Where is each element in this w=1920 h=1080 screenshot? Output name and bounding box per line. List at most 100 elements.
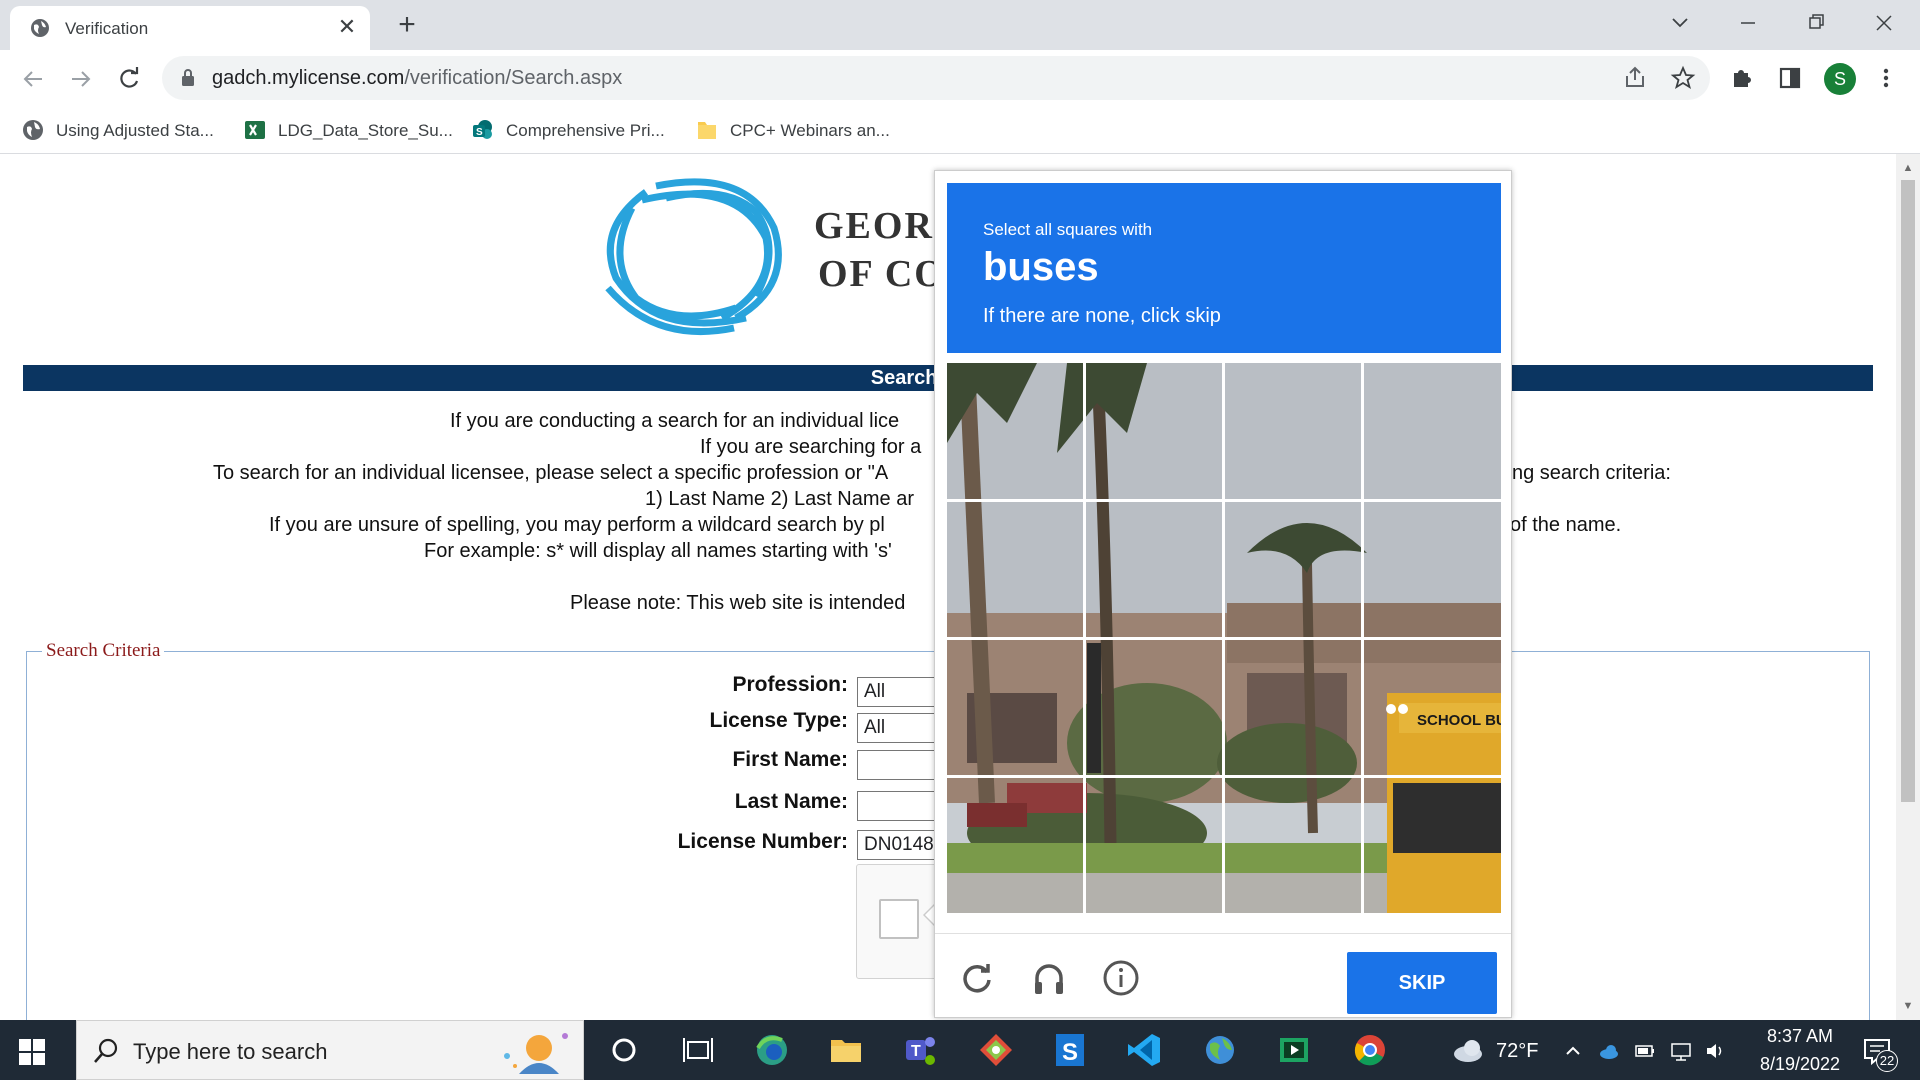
captcha-subtext: If there are none, click skip — [983, 305, 1221, 327]
tab-title: Verification — [65, 19, 149, 38]
recaptcha-checkbox[interactable] — [879, 899, 919, 939]
globe-icon — [31, 19, 49, 37]
captcha-target-object: buses — [983, 245, 1099, 289]
intro-text-line: If you are searching for a — [700, 436, 922, 458]
vscode-icon[interactable] — [1124, 1030, 1164, 1070]
page-scrollbar[interactable]: ▲ ▼ — [1896, 154, 1920, 1020]
search-highlight-icon — [504, 1033, 568, 1074]
clock-date[interactable]: 8/19/2022 — [1740, 1054, 1860, 1075]
bookmarks-bar: Using Adjusted Sta... LDG_Data_Store_Su.… — [0, 106, 1920, 154]
windows-taskbar: Type here to search T S 72°F 8:37 AM 8/1… — [0, 1020, 1920, 1080]
chrome-icon[interactable] — [1350, 1030, 1390, 1070]
excel-icon — [245, 121, 265, 139]
cortana-icon[interactable] — [604, 1030, 644, 1070]
captcha-tile[interactable] — [1224, 776, 1360, 911]
intro-text-line: ng search criteria: — [1512, 462, 1671, 484]
profession-label: Profession: — [732, 673, 848, 696]
folder-icon — [698, 122, 716, 139]
license-number-label: License Number: — [677, 830, 848, 853]
captcha-image-grid: SCHOOL BU — [947, 363, 1501, 913]
captcha-tile[interactable] — [1363, 501, 1499, 636]
scroll-down-arrow-icon[interactable]: ▼ — [1902, 1000, 1914, 1012]
captcha-tile[interactable] — [1224, 363, 1360, 498]
globe-icon — [23, 120, 43, 140]
info-icon[interactable] — [1101, 958, 1141, 998]
intro-text-line: 1) Last Name 2) Last Name ar — [645, 488, 914, 510]
network-icon[interactable] — [1670, 1040, 1692, 1062]
captcha-tile[interactable] — [1086, 776, 1222, 911]
profile-avatar[interactable]: S — [1824, 63, 1856, 95]
license-type-label: License Type: — [709, 709, 849, 732]
captcha-tile[interactable] — [1224, 501, 1360, 636]
clock-time[interactable]: 8:37 AM — [1740, 1026, 1860, 1047]
restore-icon[interactable] — [1796, 8, 1836, 38]
file-explorer-icon[interactable] — [826, 1030, 866, 1070]
minimize-icon[interactable] — [1728, 8, 1768, 38]
board-logo-icon — [605, 178, 782, 336]
app-s-icon[interactable]: S — [1050, 1030, 1090, 1070]
browser-tab[interactable]: Verification ✕ — [10, 6, 370, 50]
captcha-tile[interactable] — [1363, 776, 1499, 911]
onedrive-icon[interactable] — [1598, 1040, 1620, 1062]
new-tab-button[interactable]: + — [392, 10, 422, 40]
weather-temperature[interactable]: 72°F — [1496, 1040, 1538, 1063]
lock-icon[interactable] — [180, 68, 196, 88]
captcha-tile[interactable] — [1363, 363, 1499, 498]
window-close-icon[interactable] — [1864, 8, 1904, 38]
captcha-tile[interactable] — [947, 776, 1083, 911]
intro-text-line: To search for an individual licensee, pl… — [213, 462, 889, 484]
svg-text:S: S — [1062, 1039, 1078, 1066]
first-name-label: First Name: — [732, 748, 848, 771]
audio-challenge-headphones-icon[interactable] — [1029, 958, 1069, 998]
extensions-puzzle-icon[interactable] — [1728, 64, 1756, 92]
intro-text-line: If you are unsure of spelling, you may p… — [269, 514, 885, 536]
captcha-tile[interactable] — [947, 501, 1083, 636]
captcha-tile[interactable] — [1086, 501, 1222, 636]
scroll-up-arrow-icon[interactable]: ▲ — [1902, 162, 1914, 174]
intro-text-line: Please note: This web site is intended — [570, 592, 906, 614]
side-panel-icon[interactable] — [1776, 64, 1804, 92]
captcha-tile[interactable] — [947, 638, 1083, 773]
notification-count-badge: 22 — [1876, 1050, 1898, 1072]
more-menu-icon[interactable] — [1872, 64, 1900, 92]
skip-button[interactable]: SKIP — [1347, 952, 1497, 1014]
taskbar-search-placeholder: Type here to search — [133, 1039, 328, 1064]
reload-challenge-icon[interactable] — [957, 958, 997, 998]
taskbar-search-box[interactable]: Type here to search — [76, 1020, 584, 1080]
captcha-challenge-dialog: Select all squares with buses If there a… — [934, 170, 1512, 1018]
weather-cloud-icon[interactable] — [1450, 1036, 1490, 1064]
captcha-tile[interactable] — [1224, 638, 1360, 773]
task-view-icon[interactable] — [678, 1030, 718, 1070]
battery-icon[interactable] — [1634, 1040, 1656, 1062]
edge-icon[interactable] — [752, 1030, 792, 1070]
tab-close-icon[interactable]: ✕ — [335, 15, 359, 39]
search-icon — [94, 1038, 118, 1063]
globe-app-icon[interactable] — [1200, 1030, 1240, 1070]
captcha-tile[interactable] — [1086, 638, 1222, 773]
bookmark-star-icon[interactable] — [1670, 65, 1696, 91]
scroll-thumb[interactable] — [1901, 180, 1915, 802]
captcha-tile[interactable] — [1086, 363, 1222, 498]
forward-arrow-icon[interactable] — [66, 64, 96, 94]
show-hidden-icons-chevron-icon[interactable] — [1562, 1040, 1584, 1062]
back-arrow-icon[interactable] — [18, 64, 48, 94]
captcha-tile[interactable] — [1363, 638, 1499, 773]
sharepoint-icon: S — [473, 120, 492, 139]
captcha-header: Select all squares with buses If there a… — [947, 183, 1501, 353]
volume-icon[interactable] — [1704, 1040, 1726, 1062]
logo-text-line2: OF CO — [818, 253, 946, 295]
intro-text-line: of the name. — [1510, 514, 1622, 536]
video-app-icon[interactable] — [1274, 1030, 1314, 1070]
intro-text-line: If you are conducting a search for an in… — [450, 410, 900, 432]
captcha-tile[interactable] — [947, 363, 1083, 498]
reload-icon[interactable] — [114, 64, 144, 94]
address-bar[interactable]: gadch.mylicense.com/verification/Search.… — [162, 56, 1710, 100]
url-text[interactable]: gadch.mylicense.com/verification/Search.… — [212, 67, 622, 90]
captcha-instruction: Select all squares with — [983, 220, 1153, 239]
share-icon[interactable] — [1622, 65, 1648, 91]
address-toolbar: gadch.mylicense.com/verification/Search.… — [0, 50, 1920, 106]
teams-icon[interactable]: T — [900, 1030, 940, 1070]
tab-search-chevron-icon[interactable] — [1660, 8, 1700, 38]
windows-start-icon[interactable] — [18, 1038, 46, 1066]
git-tool-icon[interactable] — [976, 1030, 1016, 1070]
